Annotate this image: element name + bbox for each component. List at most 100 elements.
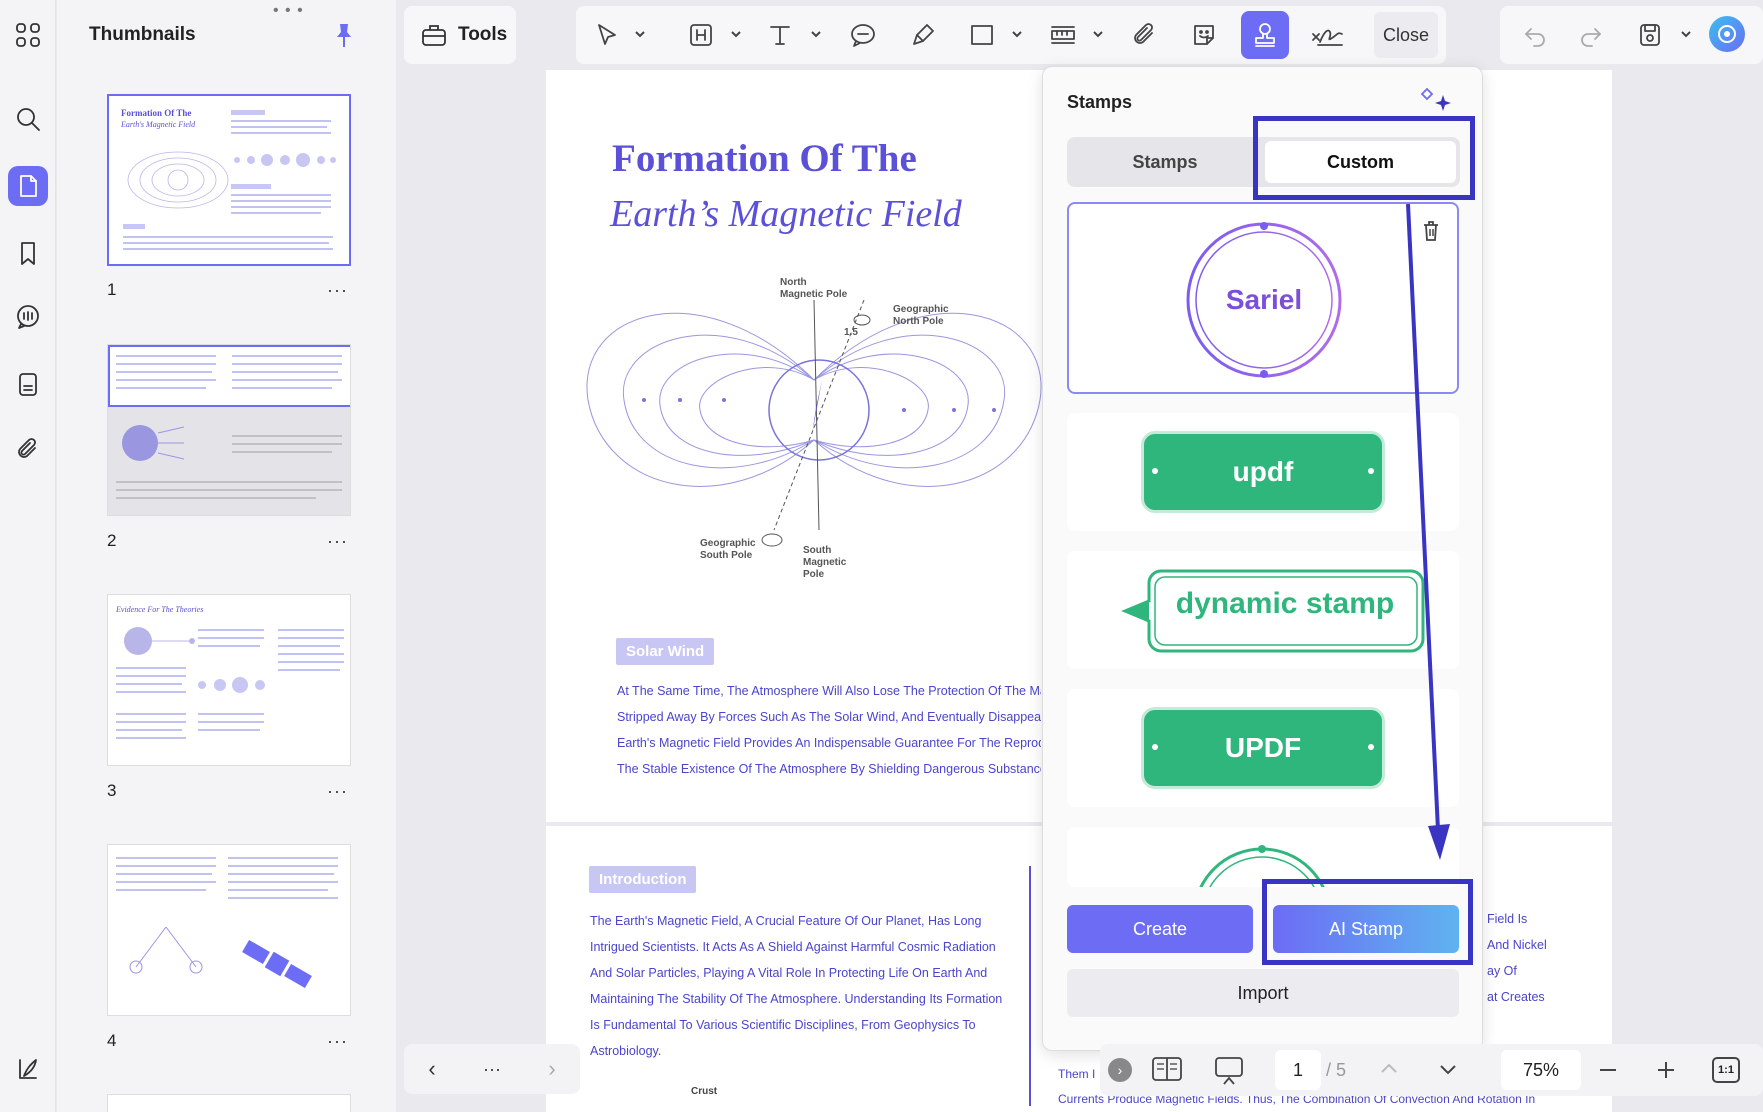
- column-divider: [1029, 866, 1031, 1106]
- save-icon[interactable]: [1630, 15, 1670, 55]
- expand-arrow-icon[interactable]: ›: [1108, 1058, 1132, 1082]
- thumb-more-button[interactable]: ···: [327, 1031, 348, 1052]
- stamps-panel-title: Stamps: [1067, 92, 1133, 112]
- create-button[interactable]: Create: [1067, 905, 1253, 953]
- stamp-badge: updf: [1141, 431, 1385, 513]
- text-icon[interactable]: [760, 15, 800, 55]
- thumb-number: 1: [107, 280, 117, 299]
- search-icon[interactable]: [8, 99, 48, 139]
- chevron-down-icon[interactable]: [1679, 27, 1693, 41]
- page-thumbnail-4[interactable]: [107, 844, 351, 1016]
- document-title: Formation Of The: [612, 137, 917, 180]
- tools-button[interactable]: Tools: [404, 8, 516, 62]
- prev-arrow-icon[interactable]: ‹: [412, 1044, 452, 1094]
- stamp-text: Sariel: [1225, 284, 1303, 315]
- tab-stamps[interactable]: Stamps: [1067, 137, 1263, 187]
- chevron-down-icon[interactable]: [809, 27, 823, 41]
- text-fragment: Them I: [1058, 1067, 1096, 1081]
- thumb-more-button[interactable]: ···: [327, 280, 348, 301]
- attachment-icon[interactable]: [8, 429, 48, 469]
- thumb-number: 2: [107, 531, 117, 550]
- thumb-subheading: Earth's Magnetic Field: [121, 120, 196, 129]
- text-line: Astrobiology.: [590, 1044, 662, 1058]
- page-thumbnail-5[interactable]: [107, 1094, 351, 1112]
- thumb-diagram: [122, 425, 185, 461]
- chevron-down-icon[interactable]: [1010, 27, 1024, 41]
- geographic-south-pole-label: Geographic South Pole: [700, 538, 756, 561]
- drag-handle[interactable]: • • •: [273, 2, 304, 20]
- thumbnails-panel: • • • Thumbnails Formation Of The Earth'…: [57, 0, 396, 1112]
- more-button[interactable]: ···: [472, 1044, 512, 1094]
- thumb-number: 4: [107, 1031, 117, 1050]
- zoom-in-icon[interactable]: [1654, 1058, 1678, 1082]
- zoom-level[interactable]: 75%: [1501, 1050, 1581, 1090]
- left-rail: [0, 0, 56, 1112]
- text-line: The Earth's Magnetic Field, A Crucial Fe…: [590, 914, 982, 928]
- chevron-down-icon[interactable]: [633, 27, 647, 41]
- select-cursor-icon[interactable]: [586, 15, 626, 55]
- undo-icon[interactable]: [1516, 15, 1556, 55]
- zoom-out-icon[interactable]: [1596, 1058, 1620, 1082]
- page-thumbnail-1[interactable]: Formation Of The Earth's Magnetic Field: [107, 94, 351, 266]
- satellite-icon: [242, 939, 312, 989]
- text-line: Is Fundamental To Various Scientific Dis…: [590, 1018, 976, 1032]
- redo-icon[interactable]: [1570, 15, 1610, 55]
- panel-title: Thumbnails: [89, 24, 196, 45]
- highlight-icon[interactable]: [681, 15, 721, 55]
- ai-stamp-button[interactable]: AI Stamp: [1273, 905, 1459, 953]
- page-total: / 5: [1326, 1060, 1347, 1080]
- thumbnails-icon[interactable]: [8, 166, 48, 206]
- page-thumbnail-3[interactable]: Evidence For The Theories: [107, 594, 351, 766]
- angle-label: 1.5: [844, 327, 858, 338]
- stamp-icon[interactable]: [1241, 11, 1289, 59]
- introduction-paragraph: The Earth's Magnetic Field, A Crucial Fe…: [590, 908, 1010, 1064]
- two-page-view-icon[interactable]: [1150, 1054, 1184, 1086]
- chevron-down-icon[interactable]: [729, 27, 743, 41]
- presentation-icon[interactable]: [1212, 1054, 1246, 1086]
- text-line: Earth's Magnetic Field Provides An Indis…: [617, 736, 1041, 750]
- ai-magic-icon[interactable]: [1417, 85, 1453, 117]
- rectangle-icon[interactable]: [962, 15, 1002, 55]
- solar-wind-paragraph: At The Same Time, The Atmosphere Will Al…: [617, 678, 1041, 782]
- thumb-heading: Formation Of The: [121, 108, 192, 118]
- page-nav-left: ‹ ··· ›: [404, 1044, 580, 1094]
- text-line: at Creates: [1487, 990, 1545, 1004]
- text-line: ay Of: [1487, 964, 1517, 978]
- thumb-more-button[interactable]: ···: [327, 781, 348, 802]
- solar-wind-tag: Solar Wind: [616, 638, 715, 665]
- next-arrow-icon[interactable]: ›: [532, 1044, 572, 1094]
- bookmark-icon[interactable]: [8, 233, 48, 273]
- close-button[interactable]: Close: [1374, 12, 1438, 58]
- chevron-down-icon[interactable]: [1437, 1058, 1459, 1080]
- chevron-down-icon[interactable]: [1091, 27, 1105, 41]
- pencil-icon[interactable]: [903, 15, 943, 55]
- text-line: Stripped Away By Forces Such As The Sola…: [617, 710, 1041, 724]
- ai-assistant-icon[interactable]: [1709, 16, 1745, 52]
- arrow-annotation: [1406, 203, 1450, 860]
- stamp-text: dynamic stamp: [1175, 587, 1395, 620]
- thumb-diagram: [127, 151, 229, 209]
- toolbox-icon: [422, 25, 446, 46]
- import-button[interactable]: Import: [1067, 969, 1459, 1017]
- apps-grid-icon[interactable]: [8, 15, 48, 55]
- sticker-icon[interactable]: [1184, 15, 1224, 55]
- measure-icon[interactable]: [1043, 15, 1083, 55]
- thumb-diagram: [129, 926, 203, 974]
- stamp-text: UPDF: [1224, 732, 1302, 763]
- chevron-up-icon[interactable]: [1378, 1058, 1400, 1080]
- actual-size-icon[interactable]: 1:1: [1712, 1057, 1740, 1083]
- thumb-more-button[interactable]: ···: [327, 531, 348, 552]
- pin-icon[interactable]: [333, 22, 355, 48]
- page-number-input[interactable]: 1: [1275, 1050, 1321, 1090]
- comments-icon[interactable]: [8, 297, 48, 337]
- comment-icon[interactable]: [843, 15, 883, 55]
- geographic-north-pole-label: Geographic North Pole: [893, 304, 949, 327]
- tab-custom[interactable]: Custom: [1265, 141, 1456, 183]
- text-line: And Solar Particles, Playing A Vital Rol…: [590, 966, 988, 980]
- signature-icon[interactable]: [1305, 15, 1349, 55]
- layers-icon[interactable]: [8, 1049, 48, 1089]
- page-thumbnail-2[interactable]: [107, 344, 351, 516]
- pages-icon[interactable]: [8, 364, 48, 404]
- stamp-text: updf: [1232, 456, 1294, 487]
- attachment-icon[interactable]: [1125, 15, 1165, 55]
